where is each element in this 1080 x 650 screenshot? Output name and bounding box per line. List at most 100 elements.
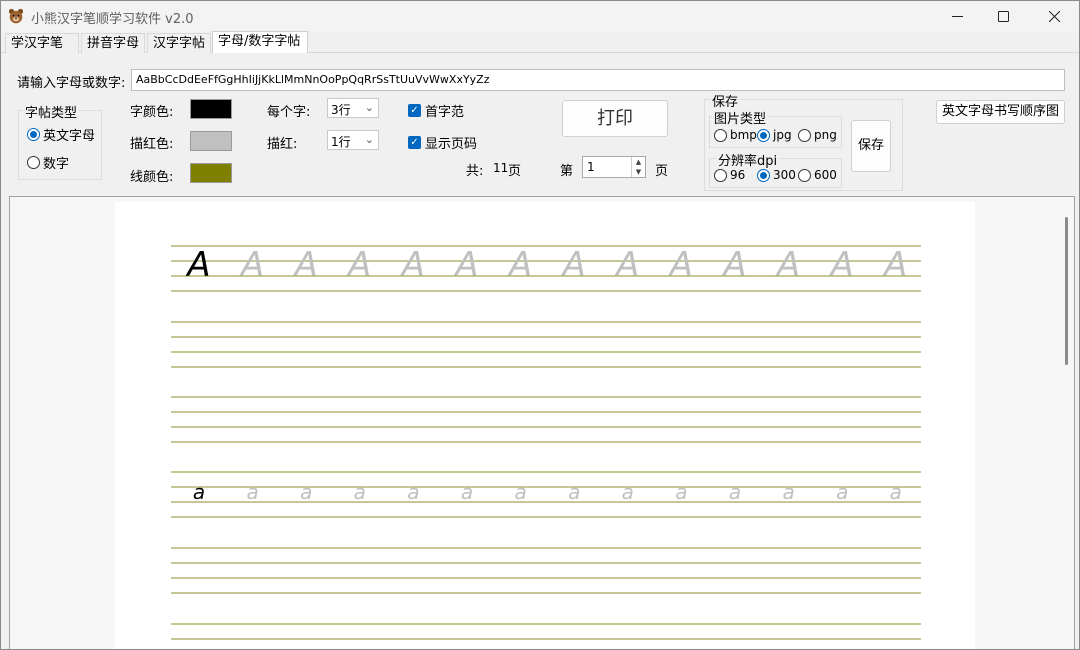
trace-character: a: [675, 480, 687, 504]
image-type-group: 图片类型 bmp jpg png: [709, 108, 842, 148]
copybook-lines: A A A A A A A A A A A A A Aa a a a a a a a a a a a a a: [171, 245, 921, 640]
trace-character: a: [568, 480, 580, 504]
trace-rows-select[interactable]: 1行 ⌄: [327, 130, 379, 150]
minimize-button[interactable]: [934, 1, 980, 31]
radio-label: png: [814, 128, 837, 142]
per-char-select[interactable]: 3行 ⌄: [327, 98, 379, 118]
trace-character: A: [453, 245, 478, 285]
trace-character: a: [300, 480, 312, 504]
checkmark-icon: ✓: [408, 104, 421, 117]
chevron-down-icon: ⌄: [364, 101, 374, 114]
trace-character: A: [346, 245, 371, 285]
image-type-title: 图片类型: [712, 108, 769, 127]
line-color-swatch[interactable]: [190, 163, 232, 183]
trace-character: A: [829, 245, 854, 285]
radio-label: bmp: [730, 128, 757, 142]
trace-character: A: [721, 245, 746, 285]
radio-label: 96: [730, 168, 746, 182]
close-icon: [1048, 10, 1060, 22]
char-color-swatch[interactable]: [190, 99, 232, 119]
trace-character: A: [293, 245, 318, 285]
total-pages: 11: [493, 161, 509, 175]
trace-character: a: [729, 480, 741, 504]
tab-letter-number-copybook[interactable]: 字母/数字字帖: [212, 31, 308, 54]
trace-character: A: [882, 245, 907, 285]
trace-character: a: [782, 480, 794, 504]
checkbox-label: 首字范: [425, 105, 465, 120]
radio-indicator: [27, 156, 40, 169]
checkmark-icon: ✓: [408, 136, 421, 149]
bear-logo-icon: [8, 8, 24, 24]
control-panel: 请输入字母或数字: AaBbCcDdEeFfGgHhIiJjKkLlMmNnOo…: [1, 53, 1079, 195]
trace-character: a: [407, 480, 419, 504]
radio-dpi-600[interactable]: 600: [798, 168, 837, 182]
tab-hanzi-copybook[interactable]: 汉字字帖: [147, 33, 211, 53]
maximize-icon: [997, 10, 1009, 22]
maximize-button[interactable]: [980, 1, 1026, 31]
copybook-type-title: 字帖类型: [23, 102, 80, 121]
app-window: 小熊汉字笔顺学习软件 v2.0 学汉字笔顺 拼音字母 汉字字帖 字母/数字字帖 …: [0, 0, 1080, 650]
tab-pinyin-letters[interactable]: 拼音字母: [81, 33, 145, 53]
radio-png[interactable]: png: [798, 128, 837, 142]
spinner-buttons[interactable]: ▲ ▼: [631, 157, 645, 177]
radio-bmp[interactable]: bmp: [714, 128, 757, 142]
radio-dpi-300[interactable]: 300: [757, 168, 796, 182]
stroke-order-chart-button[interactable]: 英文字母书写顺序图: [936, 100, 1065, 124]
dpi-group: 分辨率dpi 96 300 600: [709, 150, 842, 188]
scrollbar-thumb[interactable]: [1065, 217, 1068, 365]
letters-input[interactable]: AaBbCcDdEeFfGgHhIiJjKkLlMmNnOoPpQqRrSsTt…: [131, 69, 1065, 91]
model-character: a: [193, 480, 205, 504]
trace-rows-label: 描红:: [267, 137, 298, 152]
window-title: 小熊汉字笔顺学习软件 v2.0: [31, 12, 194, 27]
arrow-up-icon[interactable]: ▲: [632, 157, 645, 167]
char-color-label: 字颜色:: [130, 105, 174, 120]
tab-bar: 学汉字笔顺 拼音字母 汉字字帖 字母/数字字帖: [1, 31, 1079, 70]
copybook-page: AAAAAAAAAAAAAAaaaaaaaaaaaaaa: [115, 202, 975, 649]
radio-indicator: [757, 128, 770, 142]
title-bar: 小熊汉字笔顺学习软件 v2.0: [1, 1, 1079, 31]
radio-numbers[interactable]: 数字: [27, 153, 69, 172]
total-unit: 页: [508, 164, 522, 179]
trace-color-swatch[interactable]: [190, 131, 232, 151]
trace-character: a: [890, 480, 902, 504]
radio-label: 英文字母: [43, 129, 96, 144]
model-character: A: [185, 245, 210, 285]
page-unit: 页: [655, 164, 669, 179]
radio-indicator: [714, 128, 727, 142]
trace-color-label: 描红色:: [130, 137, 174, 152]
trace-character: a: [514, 480, 526, 504]
preview-canvas[interactable]: AAAAAAAAAAAAAAaaaaaaaaaaaaaa: [9, 196, 1075, 649]
per-char-label: 每个字:: [267, 105, 311, 120]
input-label: 请输入字母或数字:: [17, 76, 126, 91]
save-group: 保存 图片类型 bmp jpg png 分辨率dpi 96 300 600 保存: [704, 91, 903, 191]
copybook-type-group: 字帖类型 英文字母 数字: [18, 102, 102, 180]
radio-dpi-96[interactable]: 96: [714, 168, 745, 182]
radio-english-letters[interactable]: 英文字母: [27, 125, 95, 144]
trace-character: A: [668, 245, 693, 285]
dpi-title: 分辨率dpi: [716, 150, 780, 169]
save-button[interactable]: 保存: [851, 120, 891, 172]
radio-indicator: [798, 168, 811, 182]
tab-hanzi-stroke-order[interactable]: 学汉字笔顺: [5, 33, 79, 70]
chevron-down-icon: ⌄: [364, 133, 374, 146]
page-spinner[interactable]: 1 ▲ ▼: [582, 156, 646, 178]
page-number-value: 1: [587, 160, 595, 174]
per-char-value: 3行: [331, 103, 351, 117]
total-label: 共:: [466, 164, 484, 179]
radio-jpg[interactable]: jpg: [757, 128, 792, 142]
checkbox-show-page-number[interactable]: ✓ 显示页码: [408, 133, 477, 152]
trace-character: a: [461, 480, 473, 504]
trace-character: A: [239, 245, 264, 285]
vertical-scrollbar[interactable]: [1060, 197, 1074, 649]
radio-label: 600: [814, 168, 837, 182]
trace-character: A: [775, 245, 800, 285]
radio-indicator: [27, 128, 40, 141]
trace-character: a: [354, 480, 366, 504]
line-color-label: 线颜色:: [130, 170, 174, 185]
checkbox-first-char-model[interactable]: ✓ 首字范: [408, 101, 464, 120]
close-button[interactable]: [1031, 1, 1077, 31]
arrow-down-icon[interactable]: ▼: [632, 167, 645, 177]
print-button[interactable]: 打印: [562, 100, 668, 137]
trace-character: A: [507, 245, 532, 285]
trace-character: A: [614, 245, 639, 285]
